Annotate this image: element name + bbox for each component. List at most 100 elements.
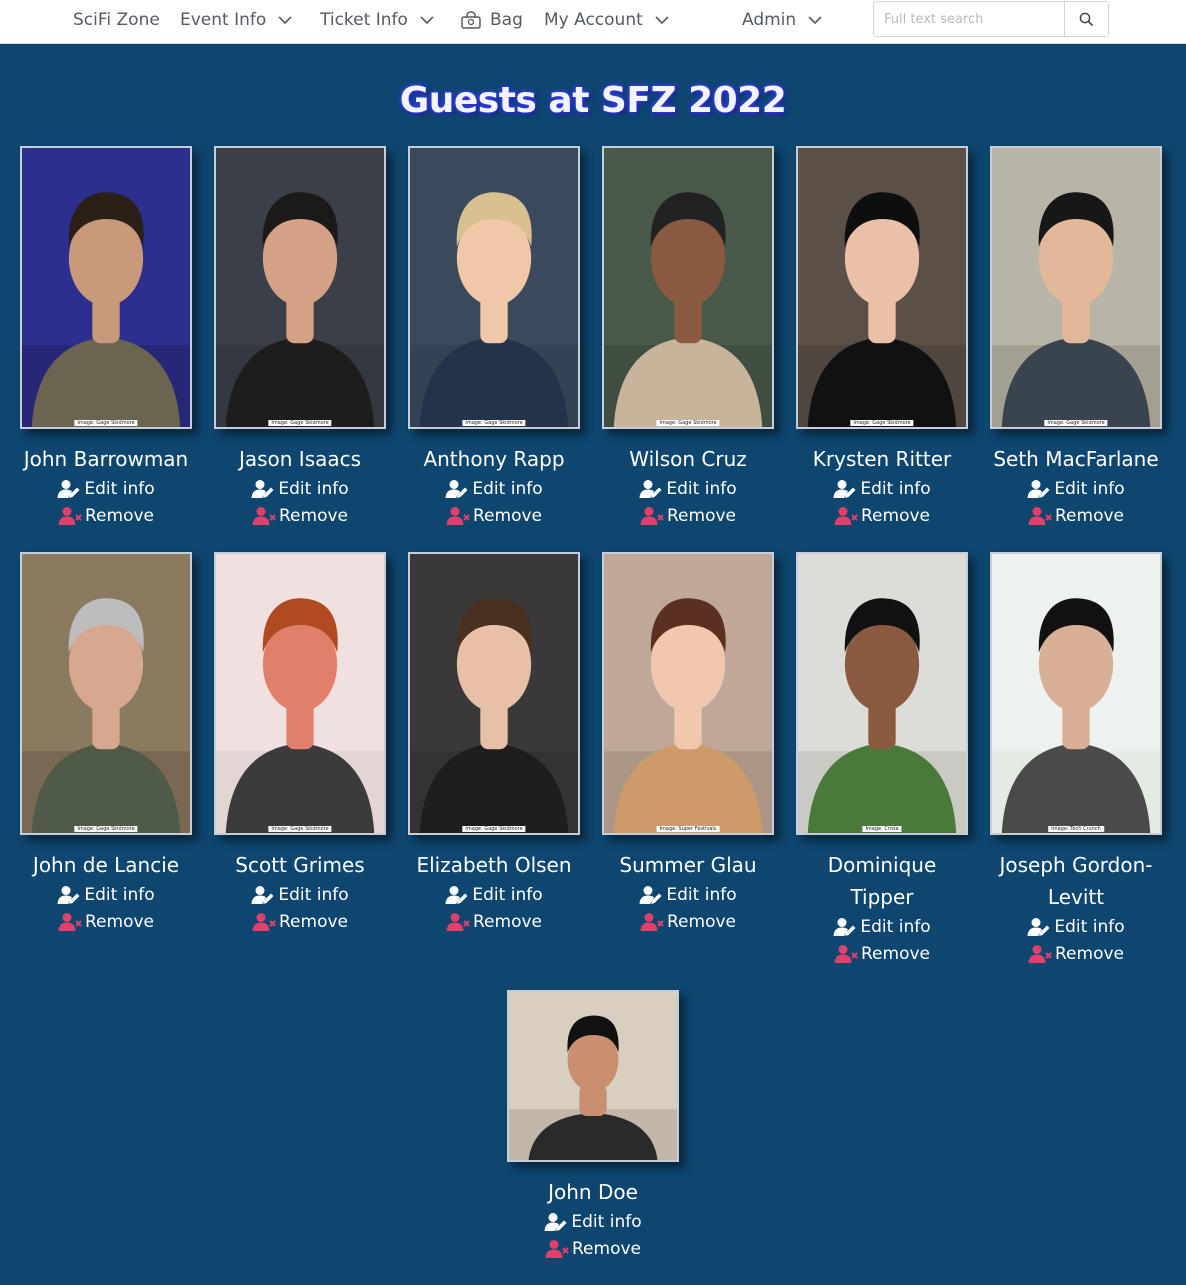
remove-link[interactable]: Remove [496, 1235, 690, 1262]
edit-info-label: Edit info [666, 884, 737, 905]
guest-photo[interactable]: Image: Gage Skidmore [408, 552, 580, 835]
user-remove-icon [1028, 944, 1052, 964]
nav-bag-link[interactable]: Bag [460, 0, 523, 40]
remove-link[interactable]: Remove [9, 908, 203, 935]
guest-photo[interactable]: Image: Super Festivals [602, 552, 774, 835]
guest-name: Dominique Tipper [827, 853, 937, 909]
guest-photo[interactable]: Image: Gage Skidmore [990, 146, 1162, 429]
guest-portrait [604, 148, 772, 427]
guest-portrait [22, 554, 190, 833]
remove-label: Remove [279, 911, 348, 932]
remove-link[interactable]: Remove [785, 940, 979, 967]
chevron-down-icon [420, 15, 434, 25]
guest-card-john-doe: John Doe Edit info Remove [496, 990, 690, 1262]
remove-link[interactable]: Remove [979, 940, 1173, 967]
edit-info-label: Edit info [1054, 916, 1125, 937]
user-edit-icon [1027, 917, 1051, 937]
guest-photo[interactable]: Image: Gage Skidmore [214, 552, 386, 835]
nav-my-account-dropdown[interactable]: My Account [544, 0, 669, 40]
guest-photo[interactable]: Image: Gage Skidmore [20, 552, 192, 835]
search-button[interactable] [1064, 2, 1108, 36]
edit-info-label: Edit info [860, 916, 931, 937]
user-edit-icon [445, 885, 469, 905]
photo-credit: Image: Super Festivals [656, 826, 720, 832]
chevron-down-icon [655, 15, 669, 25]
nav-ticket-info-dropdown[interactable]: Ticket Info [320, 0, 434, 40]
remove-link[interactable]: Remove [397, 908, 591, 935]
edit-info-label: Edit info [472, 478, 543, 499]
remove-link[interactable]: Remove [9, 502, 203, 529]
remove-link[interactable]: Remove [591, 502, 785, 529]
nav-brand-label: SciFi Zone [73, 10, 160, 30]
remove-label: Remove [572, 1238, 641, 1259]
edit-info-link[interactable]: Edit info [979, 913, 1173, 940]
edit-info-link[interactable]: Edit info [785, 913, 979, 940]
guest-portrait [22, 148, 190, 427]
guest-photo[interactable]: Image: Gage Skidmore [408, 146, 580, 429]
remove-link[interactable]: Remove [979, 502, 1173, 529]
remove-link[interactable]: Remove [785, 502, 979, 529]
remove-label: Remove [85, 505, 154, 526]
edit-info-link[interactable]: Edit info [9, 475, 203, 502]
remove-label: Remove [85, 911, 154, 932]
edit-info-link[interactable]: Edit info [785, 475, 979, 502]
edit-info-label: Edit info [472, 884, 543, 905]
user-remove-icon [446, 506, 470, 526]
guest-photo[interactable]: Image: Gage Skidmore [796, 146, 968, 429]
remove-label: Remove [667, 505, 736, 526]
remove-label: Remove [473, 911, 542, 932]
edit-info-link[interactable]: Edit info [397, 881, 591, 908]
photo-credit: Image: Gage Skidmore [74, 420, 138, 426]
edit-info-link[interactable]: Edit info [979, 475, 1173, 502]
user-edit-icon [833, 917, 857, 937]
guest-photo[interactable]: Image: Gage Skidmore [602, 146, 774, 429]
edit-info-label: Edit info [666, 478, 737, 499]
remove-link[interactable]: Remove [397, 502, 591, 529]
nav-brand-link[interactable]: SciFi Zone [73, 0, 160, 40]
user-edit-icon [57, 479, 81, 499]
user-edit-icon [57, 885, 81, 905]
edit-info-link[interactable]: Edit info [397, 475, 591, 502]
remove-label: Remove [1055, 943, 1124, 964]
edit-info-label: Edit info [860, 478, 931, 499]
page-title: Guests at SFZ 2022 [399, 80, 787, 121]
guest-name: Anthony Rapp [423, 447, 565, 471]
nav-admin-label: Admin [742, 10, 797, 30]
photo-credit: Image: Crosa [862, 826, 902, 832]
remove-label: Remove [667, 911, 736, 932]
nav-event-info-dropdown[interactable]: Event Info [180, 0, 292, 40]
edit-info-label: Edit info [84, 478, 155, 499]
guest-card-joseph-gordon-levitt: Image: Tech Crunch Joseph Gordon-Levitt … [979, 552, 1173, 967]
user-remove-icon [834, 944, 858, 964]
edit-info-link[interactable]: Edit info [203, 881, 397, 908]
remove-link[interactable]: Remove [203, 502, 397, 529]
guest-portrait [992, 148, 1160, 427]
remove-link[interactable]: Remove [203, 908, 397, 935]
user-remove-icon [58, 506, 82, 526]
nav-event-info-label: Event Info [180, 10, 267, 30]
guest-name: Summer Glau [619, 853, 757, 877]
user-edit-icon [639, 885, 663, 905]
search-input[interactable] [874, 2, 1064, 36]
edit-info-link[interactable]: Edit info [9, 881, 203, 908]
guest-photo[interactable]: Image: Gage Skidmore [214, 146, 386, 429]
guest-card-elizabeth-olsen: Image: Gage Skidmore Elizabeth Olsen Edi… [397, 552, 591, 935]
remove-link[interactable]: Remove [591, 908, 785, 935]
guest-photo[interactable]: Image: Gage Skidmore [20, 146, 192, 429]
edit-info-link[interactable]: Edit info [203, 475, 397, 502]
nav-admin-dropdown[interactable]: Admin [742, 0, 822, 40]
edit-info-link[interactable]: Edit info [591, 475, 785, 502]
search-icon [1079, 12, 1094, 27]
edit-info-link[interactable]: Edit info [591, 881, 785, 908]
guest-portrait [410, 554, 578, 833]
guest-name: Scott Grimes [235, 853, 365, 877]
photo-credit: Image: Gage Skidmore [462, 826, 526, 832]
edit-info-link[interactable]: Edit info [496, 1208, 690, 1235]
guest-photo[interactable] [507, 990, 679, 1162]
guest-name: Jason Isaacs [238, 447, 362, 471]
guest-photo[interactable]: Image: Crosa [796, 552, 968, 835]
remove-label: Remove [279, 505, 348, 526]
nav-bag-label: Bag [490, 10, 523, 30]
edit-info-label: Edit info [278, 884, 349, 905]
guest-photo[interactable]: Image: Tech Crunch [990, 552, 1162, 835]
